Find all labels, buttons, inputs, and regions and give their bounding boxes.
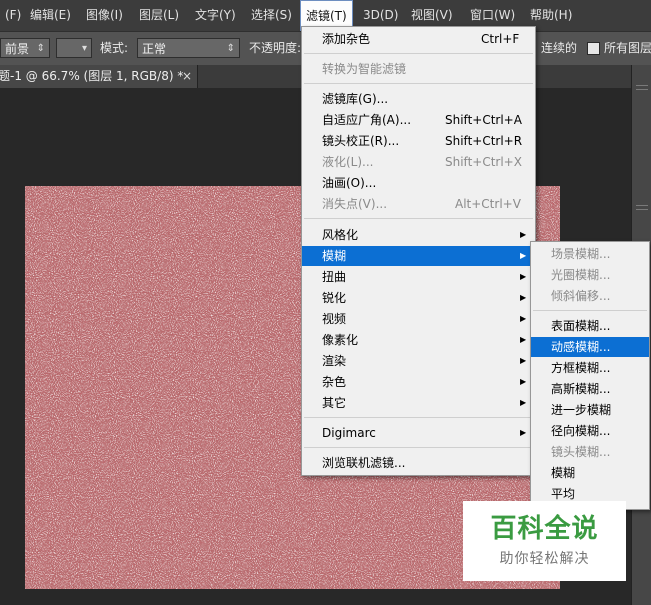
opacity-label: 不透明度: bbox=[249, 41, 302, 55]
menu-item-sharpen[interactable]: 锐化 ▶ bbox=[302, 288, 535, 308]
menu-item-render[interactable]: 渲染 ▶ bbox=[302, 351, 535, 371]
close-icon[interactable]: × bbox=[182, 65, 192, 88]
menu-separator bbox=[304, 83, 533, 84]
menu-item-blur[interactable]: 模糊 bbox=[531, 463, 649, 483]
document-tab-title: 标题-1 @ 66.7% (图层 1, RGB/8) * bbox=[0, 69, 184, 83]
menu-item-oil-paint[interactable]: 油画(O)... bbox=[302, 173, 535, 193]
menu-item-convert-smart-filter[interactable]: 转换为智能滤镜 bbox=[302, 59, 535, 79]
menu-item-blur[interactable]: 模糊 ▶ bbox=[302, 246, 535, 266]
watermark: 百科全说 助你轻松解决 bbox=[463, 501, 626, 581]
menu-layer[interactable]: 图层(L) bbox=[134, 0, 184, 31]
mode-label: 模式: bbox=[100, 41, 129, 55]
menu-item-stylize[interactable]: 风格化 ▶ bbox=[302, 225, 535, 245]
menu-separator bbox=[304, 417, 533, 418]
all-layers-label: 所有图层 bbox=[604, 41, 651, 55]
watermark-title: 百科全说 bbox=[490, 514, 599, 544]
menu-separator bbox=[304, 218, 533, 219]
menu-separator bbox=[304, 447, 533, 448]
menu-item-digimarc[interactable]: Digimarc ▶ bbox=[302, 423, 535, 443]
blur-submenu: 场景模糊... 光圈模糊... 倾斜偏移... 表面模糊... 动感模糊... … bbox=[530, 241, 650, 510]
mode-select[interactable]: 正常 ⇕ bbox=[137, 38, 240, 58]
contiguous-label: 连续的 bbox=[541, 41, 578, 55]
menu-item-radial-blur[interactable]: 径向模糊... bbox=[531, 421, 649, 441]
menu-item-blur-more[interactable]: 进一步模糊 bbox=[531, 400, 649, 420]
all-layers-checkbox[interactable] bbox=[587, 42, 600, 55]
menu-item-box-blur[interactable]: 方框模糊... bbox=[531, 358, 649, 378]
menu-item-video[interactable]: 视频 ▶ bbox=[302, 309, 535, 329]
menu-item-pixelate[interactable]: 像素化 ▶ bbox=[302, 330, 535, 350]
menu-item-gaussian-blur[interactable]: 高斯模糊... bbox=[531, 379, 649, 399]
submenu-arrow-icon: ▶ bbox=[520, 293, 527, 302]
submenu-arrow-icon: ▶ bbox=[520, 251, 527, 260]
submenu-arrow-icon: ▶ bbox=[520, 428, 527, 437]
submenu-arrow-icon: ▶ bbox=[520, 398, 527, 407]
menu-edit[interactable]: 编辑(E) bbox=[25, 0, 76, 31]
menu-item-surface-blur[interactable]: 表面模糊... bbox=[531, 316, 649, 336]
menu-item-field-blur[interactable]: 场景模糊... bbox=[531, 244, 649, 264]
mode-value: 正常 bbox=[142, 42, 167, 56]
menu-item-motion-blur[interactable]: 动感模糊... bbox=[531, 337, 649, 357]
fill-source-value: 前景 bbox=[5, 42, 30, 56]
menu-item-other[interactable]: 其它 ▶ bbox=[302, 393, 535, 413]
menu-type[interactable]: 文字(Y) bbox=[190, 0, 241, 31]
menu-select[interactable]: 选择(S) bbox=[246, 0, 297, 31]
submenu-arrow-icon: ▶ bbox=[520, 272, 527, 281]
menu-separator bbox=[304, 53, 533, 54]
updown-arrow-icon: ⇕ bbox=[36, 43, 45, 54]
menu-item-add-noise[interactable]: 添加杂色 Ctrl+F bbox=[302, 29, 535, 49]
menu-item-vanishing-point[interactable]: 消失点(V)... Alt+Ctrl+V bbox=[302, 194, 535, 214]
menu-item-browse-filters-online[interactable]: 浏览联机滤镜... bbox=[302, 453, 535, 473]
submenu-arrow-icon: ▶ bbox=[520, 377, 527, 386]
submenu-arrow-icon: ▶ bbox=[520, 230, 527, 239]
watermark-subtitle: 助你轻松解决 bbox=[499, 551, 590, 567]
menu-file[interactable]: (F) bbox=[0, 0, 26, 31]
fill-source-select[interactable]: 前景 ⇕ bbox=[0, 38, 50, 58]
filter-menu: 添加杂色 Ctrl+F 转换为智能滤镜 滤镜库(G)... 自适应广角(A)..… bbox=[301, 26, 536, 476]
document-tab[interactable]: 标题-1 @ 66.7% (图层 1, RGB/8) * × bbox=[0, 65, 198, 88]
submenu-arrow-icon: ▶ bbox=[520, 335, 527, 344]
menu-item-iris-blur[interactable]: 光圈模糊... bbox=[531, 265, 649, 285]
pattern-picker[interactable]: ▾ bbox=[56, 38, 92, 58]
menu-item-tilt-shift[interactable]: 倾斜偏移... bbox=[531, 286, 649, 306]
menu-item-distort[interactable]: 扭曲 ▶ bbox=[302, 267, 535, 287]
submenu-arrow-icon: ▶ bbox=[520, 356, 527, 365]
menu-item-liquify[interactable]: 液化(L)... Shift+Ctrl+X bbox=[302, 152, 535, 172]
chevron-down-icon: ▾ bbox=[81, 43, 87, 54]
menu-item-lens-blur[interactable]: 镜头模糊... bbox=[531, 442, 649, 462]
menu-image[interactable]: 图像(I) bbox=[81, 0, 128, 31]
menu-item-lens-correction[interactable]: 镜头校正(R)... Shift+Ctrl+R bbox=[302, 131, 535, 151]
submenu-arrow-icon: ▶ bbox=[520, 314, 527, 323]
menu-item-filter-gallery[interactable]: 滤镜库(G)... bbox=[302, 89, 535, 109]
menu-item-adaptive-wide-angle[interactable]: 自适应广角(A)... Shift+Ctrl+A bbox=[302, 110, 535, 130]
menu-item-noise[interactable]: 杂色 ▶ bbox=[302, 372, 535, 392]
updown-arrow-icon: ⇕ bbox=[226, 43, 235, 54]
menu-separator bbox=[533, 310, 647, 311]
